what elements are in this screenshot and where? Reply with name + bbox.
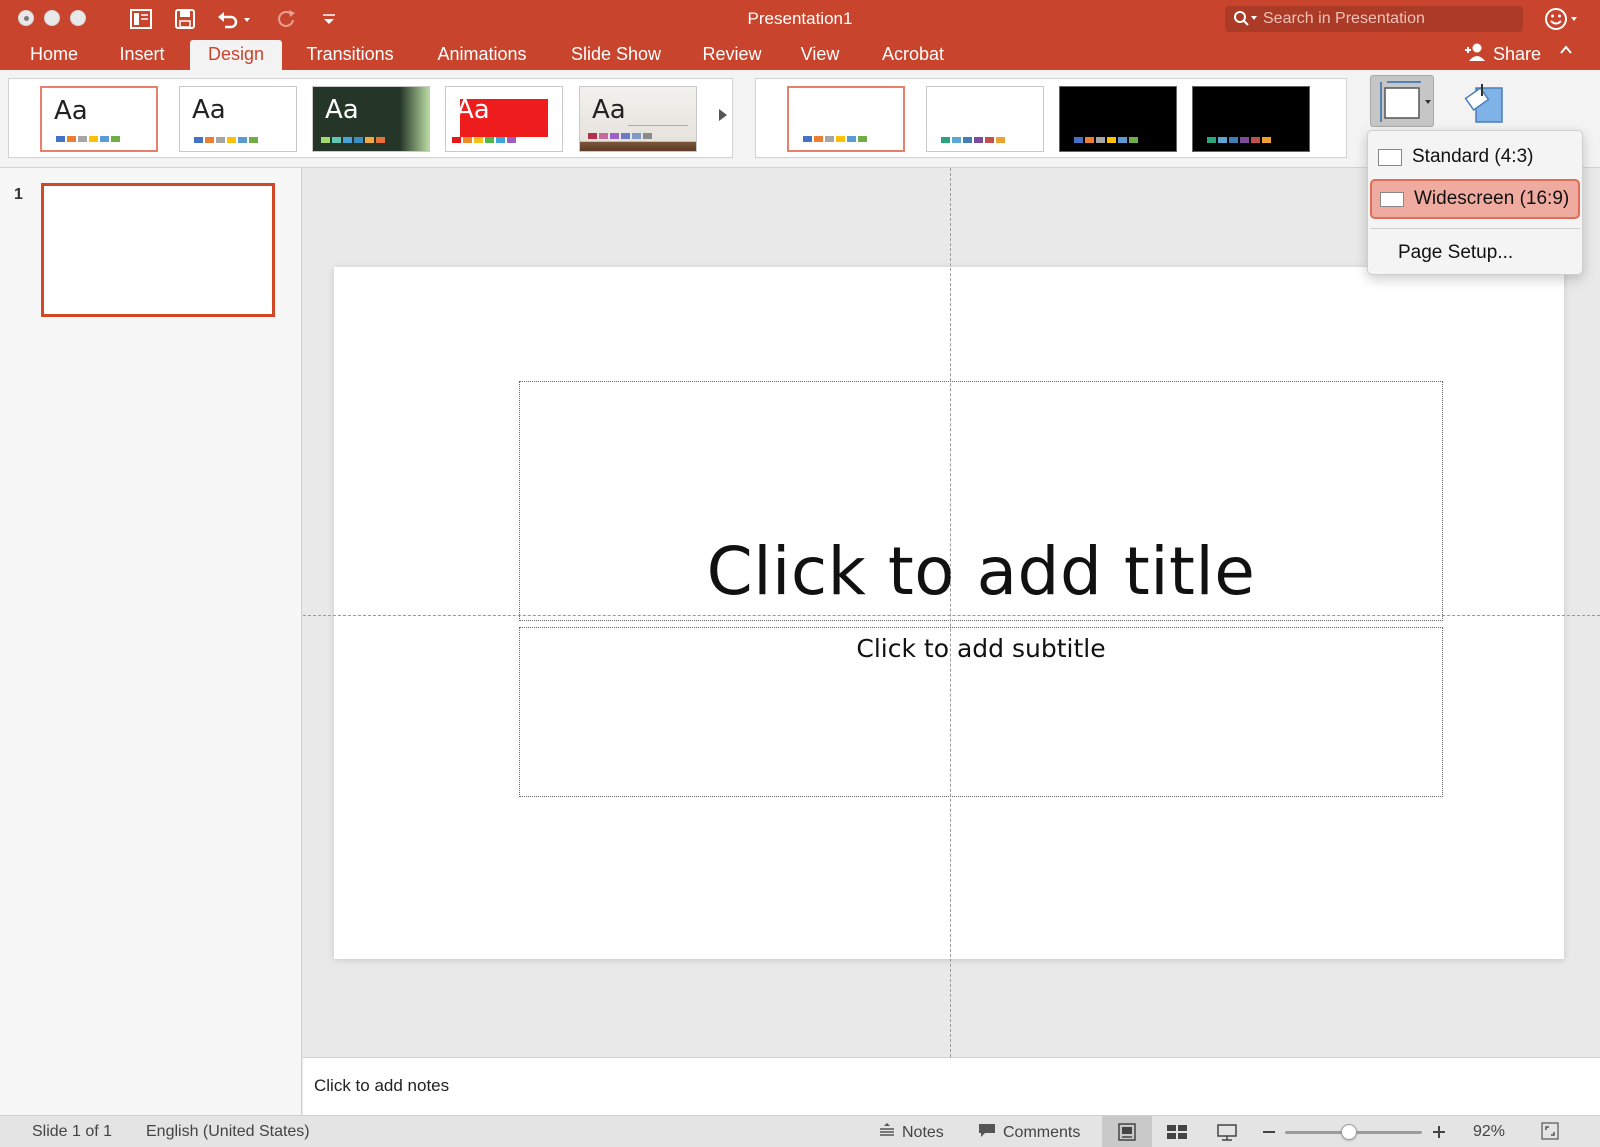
tab-acrobat[interactable]: Acrobat <box>872 40 954 70</box>
theme-office[interactable]: Aa <box>40 86 158 152</box>
menu-item-standard[interactable]: Standard (4:3) <box>1370 137 1580 177</box>
theme-swatches <box>56 136 120 142</box>
normal-view-button[interactable] <box>1102 1116 1152 1147</box>
feedback-smiley-icon[interactable] <box>1543 6 1583 37</box>
slide-size-menu: Standard (4:3) Widescreen (16:9) Page Se… <box>1367 130 1583 275</box>
notes-pane[interactable]: Click to add notes <box>303 1057 1600 1115</box>
share-button[interactable]: Share <box>1463 42 1541 67</box>
notes-label: Notes <box>902 1123 944 1141</box>
theme-swatches <box>194 137 258 143</box>
theme-sample-text: Aa <box>592 95 626 125</box>
theme-office-2[interactable]: Aa <box>179 86 297 152</box>
notes-toggle-button[interactable]: Notes <box>878 1122 944 1143</box>
theme-swatches <box>588 133 652 139</box>
slideshow-view-button[interactable] <box>1202 1116 1252 1147</box>
variant-2[interactable] <box>926 86 1044 152</box>
fit-to-window-button[interactable] <box>1540 1121 1560 1141</box>
slide-size-icon <box>1380 81 1431 122</box>
vertical-guide[interactable] <box>950 168 951 1057</box>
title-placeholder[interactable]: Click to add title <box>519 381 1443 621</box>
menu-item-label: Standard (4:3) <box>1412 146 1534 167</box>
notes-icon <box>878 1122 896 1143</box>
theme-swatches <box>452 137 516 143</box>
format-background-button[interactable] <box>1460 78 1508 126</box>
variant-swatches <box>803 136 867 142</box>
standard-aspect-icon <box>1378 148 1402 166</box>
tab-animations[interactable]: Animations <box>426 40 538 70</box>
presenter-screen-icon <box>1217 1124 1237 1141</box>
plus-icon <box>1433 1126 1445 1138</box>
tab-slide-show[interactable]: Slide Show <box>560 40 672 70</box>
themes-gallery: Aa Aa Aa Aa Aa <box>8 78 733 158</box>
theme-swatches <box>321 137 385 143</box>
variant-swatches <box>941 137 1005 143</box>
tab-home[interactable]: Home <box>17 40 91 70</box>
theme-dark-green[interactable]: Aa <box>312 86 430 152</box>
slide-sorter-view-button[interactable] <box>1152 1116 1202 1147</box>
menu-item-label: Page Setup... <box>1398 242 1514 263</box>
add-person-icon <box>1463 42 1489 67</box>
variants-gallery <box>755 78 1347 158</box>
language-status[interactable]: English (United States) <box>146 1123 310 1141</box>
tab-insert[interactable]: Insert <box>104 40 180 70</box>
slide-thumbnail-pane: 1 <box>0 168 302 1115</box>
fit-window-icon <box>1541 1122 1559 1140</box>
variant-3[interactable] <box>1059 86 1177 152</box>
slide-thumbnail[interactable] <box>41 183 275 317</box>
comments-toggle-button[interactable]: Comments <box>977 1122 1080 1143</box>
variant-swatches <box>1207 137 1271 143</box>
tab-design[interactable]: Design <box>190 40 282 70</box>
zoom-slider-thumb[interactable] <box>1341 1124 1357 1140</box>
subtitle-placeholder-text: Click to add subtitle <box>856 634 1106 663</box>
menu-item-page-setup[interactable]: Page Setup... <box>1370 233 1580 273</box>
subtitle-placeholder[interactable]: Click to add subtitle <box>519 627 1443 797</box>
slide-count-status: Slide 1 of 1 <box>32 1123 113 1140</box>
theme-sample-text: Aa <box>54 96 88 126</box>
search-input[interactable] <box>1263 9 1513 29</box>
comments-label: Comments <box>1003 1123 1081 1141</box>
theme-sample-text: Aa <box>325 95 359 125</box>
variant-4[interactable] <box>1192 86 1310 152</box>
theme-wood[interactable]: Aa <box>579 86 697 152</box>
slide-editing-area: Click to add title Click to add subtitle <box>303 168 1600 1057</box>
notes-placeholder: Click to add notes <box>314 1076 450 1095</box>
theme-sample-text: Aa <box>192 95 226 125</box>
zoom-in-button[interactable] <box>1432 1121 1446 1141</box>
tab-review[interactable]: Review <box>694 40 770 70</box>
menu-item-label: Widescreen (16:9) <box>1414 188 1570 209</box>
title-placeholder-text: Click to add title <box>706 533 1256 610</box>
normal-view-icon <box>1118 1123 1136 1141</box>
share-label: Share <box>1493 44 1542 64</box>
menu-item-widescreen[interactable]: Widescreen (16:9) <box>1370 179 1580 219</box>
minus-icon <box>1263 1131 1275 1133</box>
design-ribbon: Aa Aa Aa Aa Aa <box>0 70 1600 168</box>
status-bar: Slide 1 of 1 English (United States) Not… <box>0 1115 1600 1147</box>
slide-sorter-icon <box>1167 1125 1187 1139</box>
ribbon-tab-bar: Home Insert Design Transitions Animation… <box>0 38 1600 70</box>
tab-view[interactable]: View <box>790 40 850 70</box>
horizontal-guide[interactable] <box>303 615 1600 616</box>
zoom-out-button[interactable] <box>1262 1121 1276 1141</box>
variant-1[interactable] <box>787 86 905 152</box>
menu-separator <box>1370 228 1580 229</box>
tab-transitions[interactable]: Transitions <box>294 40 406 70</box>
slide-number: 1 <box>14 186 23 203</box>
slide-canvas[interactable]: Click to add title Click to add subtitle <box>334 267 1564 959</box>
comment-icon <box>977 1122 997 1143</box>
search-box[interactable] <box>1225 6 1523 32</box>
theme-red[interactable]: Aa <box>445 86 563 152</box>
gallery-next-arrow-icon[interactable] <box>719 109 727 121</box>
zoom-level[interactable]: 92% <box>1473 1123 1505 1141</box>
collapse-ribbon-icon[interactable] <box>1558 42 1574 63</box>
theme-sample-text: Aa <box>456 95 490 125</box>
variant-swatches <box>1074 137 1138 143</box>
widescreen-aspect-icon <box>1380 191 1404 207</box>
slide-size-button[interactable] <box>1370 75 1434 127</box>
format-background-icon <box>1464 84 1503 123</box>
search-icon <box>1233 10 1259 33</box>
title-bar: Presentation1 <box>0 0 1600 38</box>
